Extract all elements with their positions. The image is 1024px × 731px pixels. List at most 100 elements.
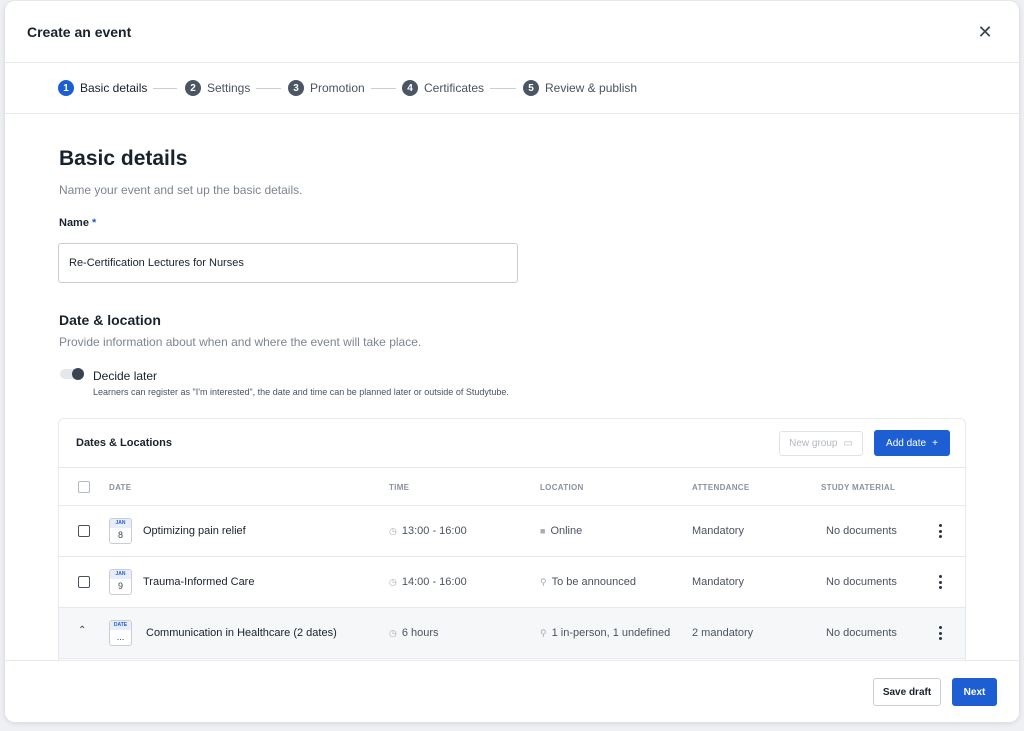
header-time: TIME (389, 483, 410, 492)
modal-title: Create an event (27, 24, 132, 40)
next-button[interactable]: Next (952, 678, 997, 706)
toggle-help-text: Learners can register as "I'm interested… (93, 387, 509, 397)
step-label: Certificates (424, 81, 485, 95)
row-title: Communication in Healthcare (2 dates) (146, 627, 337, 639)
scroll-content[interactable]: Basic details Name your event and set up… (5, 114, 1019, 660)
new-group-label: New group (789, 438, 838, 449)
row-location-text: Online (550, 525, 583, 537)
cal-month: JAN (110, 570, 131, 579)
calendar-icon: JAN 8 (109, 518, 132, 544)
select-all-checkbox[interactable] (78, 481, 90, 493)
step-connector (256, 88, 281, 89)
row-material: No documents (826, 627, 897, 639)
step-promotion[interactable]: 3 Promotion (288, 80, 365, 96)
save-draft-button[interactable]: Save draft (873, 678, 941, 706)
step-settings[interactable]: 2 Settings (185, 80, 250, 96)
name-label: Name * (59, 217, 96, 229)
section-title: Date & location (59, 312, 161, 328)
more-options-icon[interactable] (935, 624, 945, 642)
row-time-text: 6 hours (401, 627, 439, 639)
name-label-text: Name (59, 217, 89, 229)
table-row[interactable]: JAN 8 Optimizing pain relief ◷ 13:00 - 16… (59, 506, 965, 557)
calendar-icon: ▭ (843, 438, 853, 449)
page-subtitle: Name your event and set up the basic det… (59, 183, 303, 197)
add-date-button[interactable]: Add date + (874, 430, 950, 456)
step-review-publish[interactable]: 5 Review & publish (523, 80, 637, 96)
row-attendance: 2 mandatory (692, 627, 754, 639)
header-location: LOCATION (540, 483, 584, 492)
row-title: Optimizing pain relief (143, 525, 246, 537)
close-icon[interactable]: ✕ (975, 22, 995, 42)
cal-day: 9 (117, 581, 123, 591)
step-label: Review & publish (545, 81, 638, 95)
step-basic-details[interactable]: 1 Basic details (58, 80, 147, 96)
cal-month: DATE (110, 621, 131, 630)
row-time: ◷ 13:00 - 16:00 (389, 525, 467, 537)
step-label: Settings (207, 81, 251, 95)
more-options-icon[interactable] (935, 522, 945, 540)
row-time-text: 13:00 - 16:00 (401, 525, 467, 537)
cal-month: JAN (110, 519, 131, 528)
clock-icon: ◷ (389, 577, 397, 587)
row-location: ⚲ 1 in-person, 1 undefined (540, 627, 670, 639)
section-subtitle: Provide information about when and where… (59, 335, 422, 349)
toggle-label: Decide later (93, 369, 158, 383)
cal-day: ... (116, 632, 125, 642)
dates-locations-panel: Dates & Locations New group ▭ Add date +… (58, 418, 966, 660)
cal-day: 8 (117, 530, 123, 540)
create-event-modal: Create an event ✕ 1 Basic details 2 Sett… (5, 1, 1019, 722)
row-location: ⚲ To be announced (540, 576, 636, 588)
step-number: 1 (58, 80, 74, 96)
plus-icon: + (932, 437, 938, 449)
new-group-button[interactable]: New group ▭ (779, 431, 863, 456)
step-label: Basic details (80, 81, 148, 95)
required-mark: * (92, 217, 97, 229)
pin-icon: ⚲ (540, 628, 547, 638)
chevron-up-icon[interactable]: ⌃ (78, 625, 86, 636)
row-time-text: 14:00 - 16:00 (401, 576, 467, 588)
step-number: 2 (185, 80, 201, 96)
video-icon: ■ (540, 526, 546, 536)
step-number: 5 (523, 80, 539, 96)
header-date: DATE (109, 483, 132, 492)
row-checkbox[interactable] (78, 576, 90, 588)
more-options-icon[interactable] (935, 573, 945, 591)
row-location-text: To be announced (551, 576, 637, 588)
name-input[interactable] (58, 243, 518, 283)
calendar-icon: DATE ... (109, 620, 132, 646)
panel-title: Dates & Locations (76, 437, 172, 449)
step-label: Promotion (310, 81, 365, 95)
step-connector (371, 88, 396, 89)
row-attendance: Mandatory (692, 576, 744, 588)
row-time: ◷ 6 hours (389, 627, 439, 639)
toggle-knob (72, 368, 84, 380)
step-number: 3 (288, 80, 304, 96)
pin-icon: ⚲ (540, 577, 547, 587)
decide-later-toggle[interactable] (60, 368, 84, 380)
table-row[interactable]: JAN 9 Trauma-Informed Care ◷ 14:00 - 16:0… (59, 557, 965, 608)
row-time: ◷ 14:00 - 16:00 (389, 576, 467, 588)
header-study-material: STUDY MATERIAL (821, 483, 896, 492)
row-attendance: Mandatory (692, 525, 744, 537)
row-material: No documents (826, 576, 897, 588)
page-title: Basic details (59, 147, 188, 170)
step-connector (153, 88, 177, 89)
clock-icon: ◷ (389, 628, 397, 638)
modal-header: Create an event ✕ (5, 1, 1019, 63)
row-location: ■ Online (540, 525, 582, 537)
table-row-group[interactable]: ⌃ DATE ... Communication in Healthcare (… (59, 608, 965, 659)
row-location-text: 1 in-person, 1 undefined (551, 627, 671, 639)
stepper: 1 Basic details 2 Settings 3 Promotion 4… (5, 63, 1019, 114)
calendar-icon: JAN 9 (109, 569, 132, 595)
step-connector (490, 88, 516, 89)
clock-icon: ◷ (389, 526, 397, 536)
header-attendance: ATTENDANCE (692, 483, 750, 492)
step-certificates[interactable]: 4 Certificates (402, 80, 484, 96)
add-date-label: Add date (886, 437, 927, 449)
row-title: Trauma-Informed Care (143, 576, 255, 588)
row-material: No documents (826, 525, 897, 537)
row-checkbox[interactable] (78, 525, 90, 537)
table-header: DATE TIME LOCATION ATTENDANCE STUDY MATE… (59, 467, 965, 506)
step-number: 4 (402, 80, 418, 96)
modal-footer: Save draft Next (5, 660, 1019, 722)
